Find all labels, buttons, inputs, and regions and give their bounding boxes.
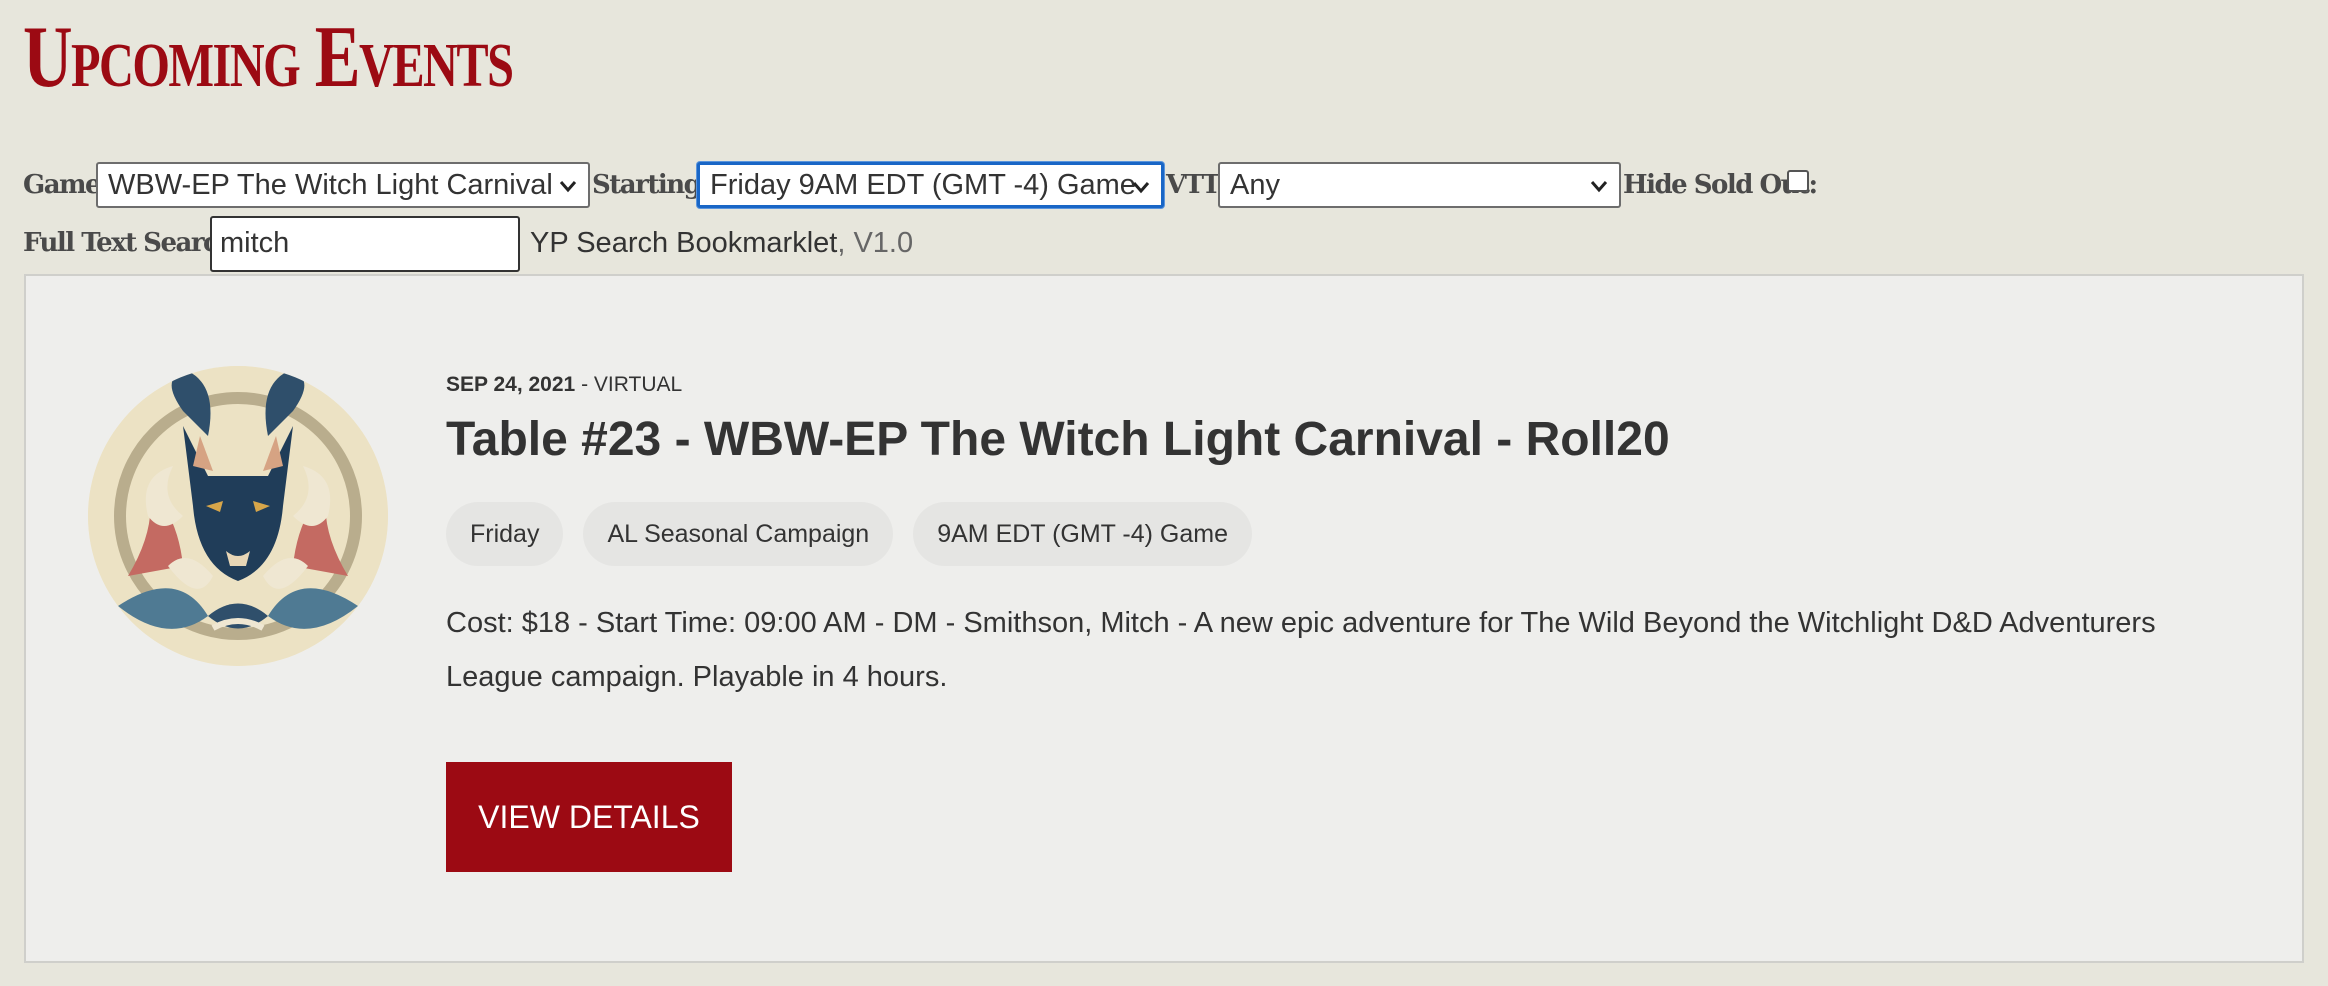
vtt-select-value: Any bbox=[1230, 169, 1280, 201]
starting-select[interactable]: Friday 9AM EDT (GMT -4) Game bbox=[697, 162, 1164, 208]
chevron-down-icon bbox=[1132, 182, 1150, 194]
event-filters: Game: WBW-EP The Witch Light Carnival St… bbox=[0, 0, 2328, 280]
event-title: Table #23 - WBW-EP The Witch Light Carni… bbox=[446, 413, 1670, 466]
displacer-beast-emblem-icon bbox=[88, 366, 388, 666]
bookmarklet-version: , V1.0 bbox=[837, 227, 914, 259]
event-tag-campaign: AL Seasonal Campaign bbox=[583, 502, 894, 566]
event-date: SEP 24, 2021 bbox=[446, 373, 576, 396]
event-location: - VIRTUAL bbox=[575, 373, 683, 396]
chevron-down-icon bbox=[559, 181, 577, 193]
event-card: SEP 24, 2021 - VIRTUAL Table #23 - WBW-E… bbox=[24, 274, 2304, 963]
event-tag-time: 9AM EDT (GMT -4) Game bbox=[913, 502, 1253, 566]
vtt-select[interactable]: Any bbox=[1218, 162, 1621, 208]
chevron-down-icon bbox=[1590, 181, 1608, 193]
event-date-location: SEP 24, 2021 - VIRTUAL bbox=[446, 372, 682, 398]
event-image bbox=[88, 366, 388, 666]
search-input-value: mitch bbox=[220, 227, 290, 259]
yp-search-bookmarklet[interactable]: YP Search Bookmarklet, V1.0 bbox=[530, 226, 913, 260]
event-tag-day: Friday bbox=[446, 502, 564, 566]
starting-select-value: Friday 9AM EDT (GMT -4) Game bbox=[710, 169, 1136, 201]
event-description: Cost: $18 - Start Time: 09:00 AM - DM - … bbox=[446, 607, 2156, 693]
hide-sold-out-checkbox[interactable] bbox=[1787, 170, 1809, 192]
bookmarklet-name: YP Search Bookmarklet bbox=[530, 227, 838, 259]
game-select[interactable]: WBW-EP The Witch Light Carnival bbox=[96, 162, 590, 208]
game-select-value: WBW-EP The Witch Light Carnival bbox=[108, 169, 553, 201]
full-text-search-input[interactable]: mitch bbox=[210, 216, 520, 272]
view-details-button[interactable]: VIEW DETAILS bbox=[446, 762, 732, 872]
starting-filter-label: Starting: bbox=[592, 170, 710, 200]
event-tags: Friday AL Seasonal Campaign 9AM EDT (GMT… bbox=[446, 502, 1253, 566]
